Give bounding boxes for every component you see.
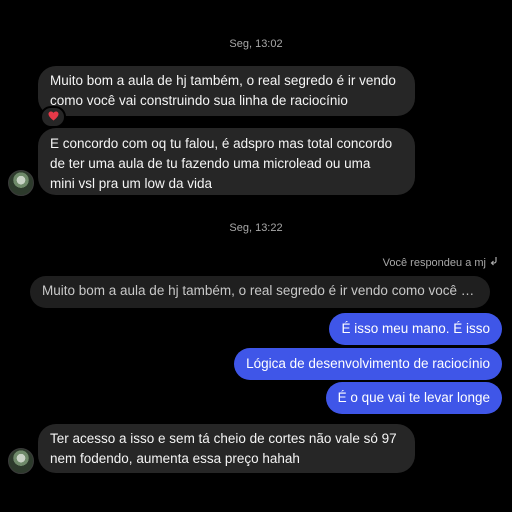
replied-message-quote[interactable]: Muito bom a aula de hj também, o real se… xyxy=(30,276,490,308)
avatar[interactable] xyxy=(8,448,34,474)
message-bubble-incoming[interactable]: Muito bom a aula de hj também, o real se… xyxy=(38,66,415,116)
message-text: E concordo com oq tu falou, é adspro mas… xyxy=(50,136,393,151)
message-text: de ter uma aula de tu fazendo uma microl… xyxy=(50,156,371,171)
message-text: como você vai construindo sua linha de r… xyxy=(50,93,348,108)
message-bubble-outgoing[interactable]: É isso meu mano. É isso xyxy=(329,313,502,345)
avatar[interactable] xyxy=(8,170,34,196)
timestamp: Seg, 13:02 xyxy=(229,38,283,50)
reply-meta-text: Você respondeu a mj xyxy=(382,256,486,269)
message-bubble-outgoing[interactable]: Lógica de desenvolvimento de raciocínio xyxy=(234,348,502,380)
message-text: nem fodendo, aumenta essa preço hahah xyxy=(50,451,300,466)
message-text: mini vsl pra um low da vida xyxy=(50,176,213,191)
message-bubble-outgoing[interactable]: É o que vai te levar longe xyxy=(325,382,502,414)
message-text: Muito bom a aula de hj também, o real se… xyxy=(50,73,396,88)
timestamp: Seg, 13:22 xyxy=(229,222,283,234)
reply-arrow-icon xyxy=(490,256,498,269)
reply-indicator: Você respondeu a mj xyxy=(383,256,498,269)
reaction-badge[interactable] xyxy=(40,106,66,128)
message-text: Ter acesso a isso e sem tá cheio de cort… xyxy=(50,431,397,446)
heart-reaction-icon xyxy=(48,108,59,126)
message-bubble-incoming[interactable]: E concordo com oq tu falou, é adspro mas… xyxy=(38,128,415,195)
message-bubble-incoming[interactable]: Ter acesso a isso e sem tá cheio de cort… xyxy=(38,424,415,473)
